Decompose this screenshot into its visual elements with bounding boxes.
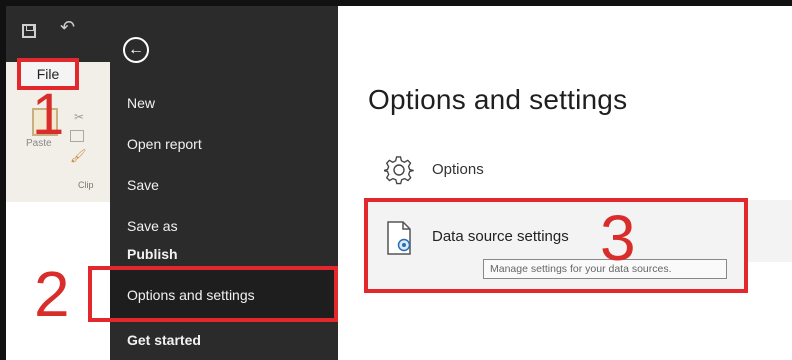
format-painter-icon[interactable]: 🖌 bbox=[70, 148, 87, 164]
copy-icon[interactable] bbox=[70, 130, 84, 142]
data-source-settings-label[interactable]: Data source settings bbox=[432, 228, 569, 245]
step-1-annotation: 1 bbox=[32, 82, 65, 147]
step-3-annotation: 3 bbox=[600, 202, 636, 274]
menu-item-save[interactable]: Save bbox=[127, 177, 159, 193]
menu-item-open-report[interactable]: Open report bbox=[127, 136, 202, 152]
step-2-annotation: 2 bbox=[34, 258, 70, 330]
menu-item-save-as[interactable]: Save as bbox=[127, 218, 178, 234]
data-source-row-extension bbox=[748, 200, 792, 262]
gear-icon[interactable] bbox=[384, 155, 414, 185]
options-item-label[interactable]: Options bbox=[432, 161, 484, 178]
menu-item-new[interactable]: New bbox=[127, 95, 155, 111]
cut-icon[interactable]: ✂ bbox=[74, 110, 84, 124]
data-source-settings-icon bbox=[387, 221, 411, 255]
step-2-highlight-box bbox=[88, 266, 338, 322]
clipboard-group-label: Clip bbox=[78, 180, 94, 190]
save-icon[interactable] bbox=[22, 24, 36, 38]
undo-icon[interactable]: ↶ bbox=[60, 18, 75, 36]
page-title: Options and settings bbox=[368, 84, 628, 115]
menu-item-publish[interactable]: Publish bbox=[127, 246, 178, 262]
arrow-left-circle-icon[interactable]: ← bbox=[123, 37, 149, 63]
menu-item-get-started[interactable]: Get started bbox=[127, 332, 201, 348]
